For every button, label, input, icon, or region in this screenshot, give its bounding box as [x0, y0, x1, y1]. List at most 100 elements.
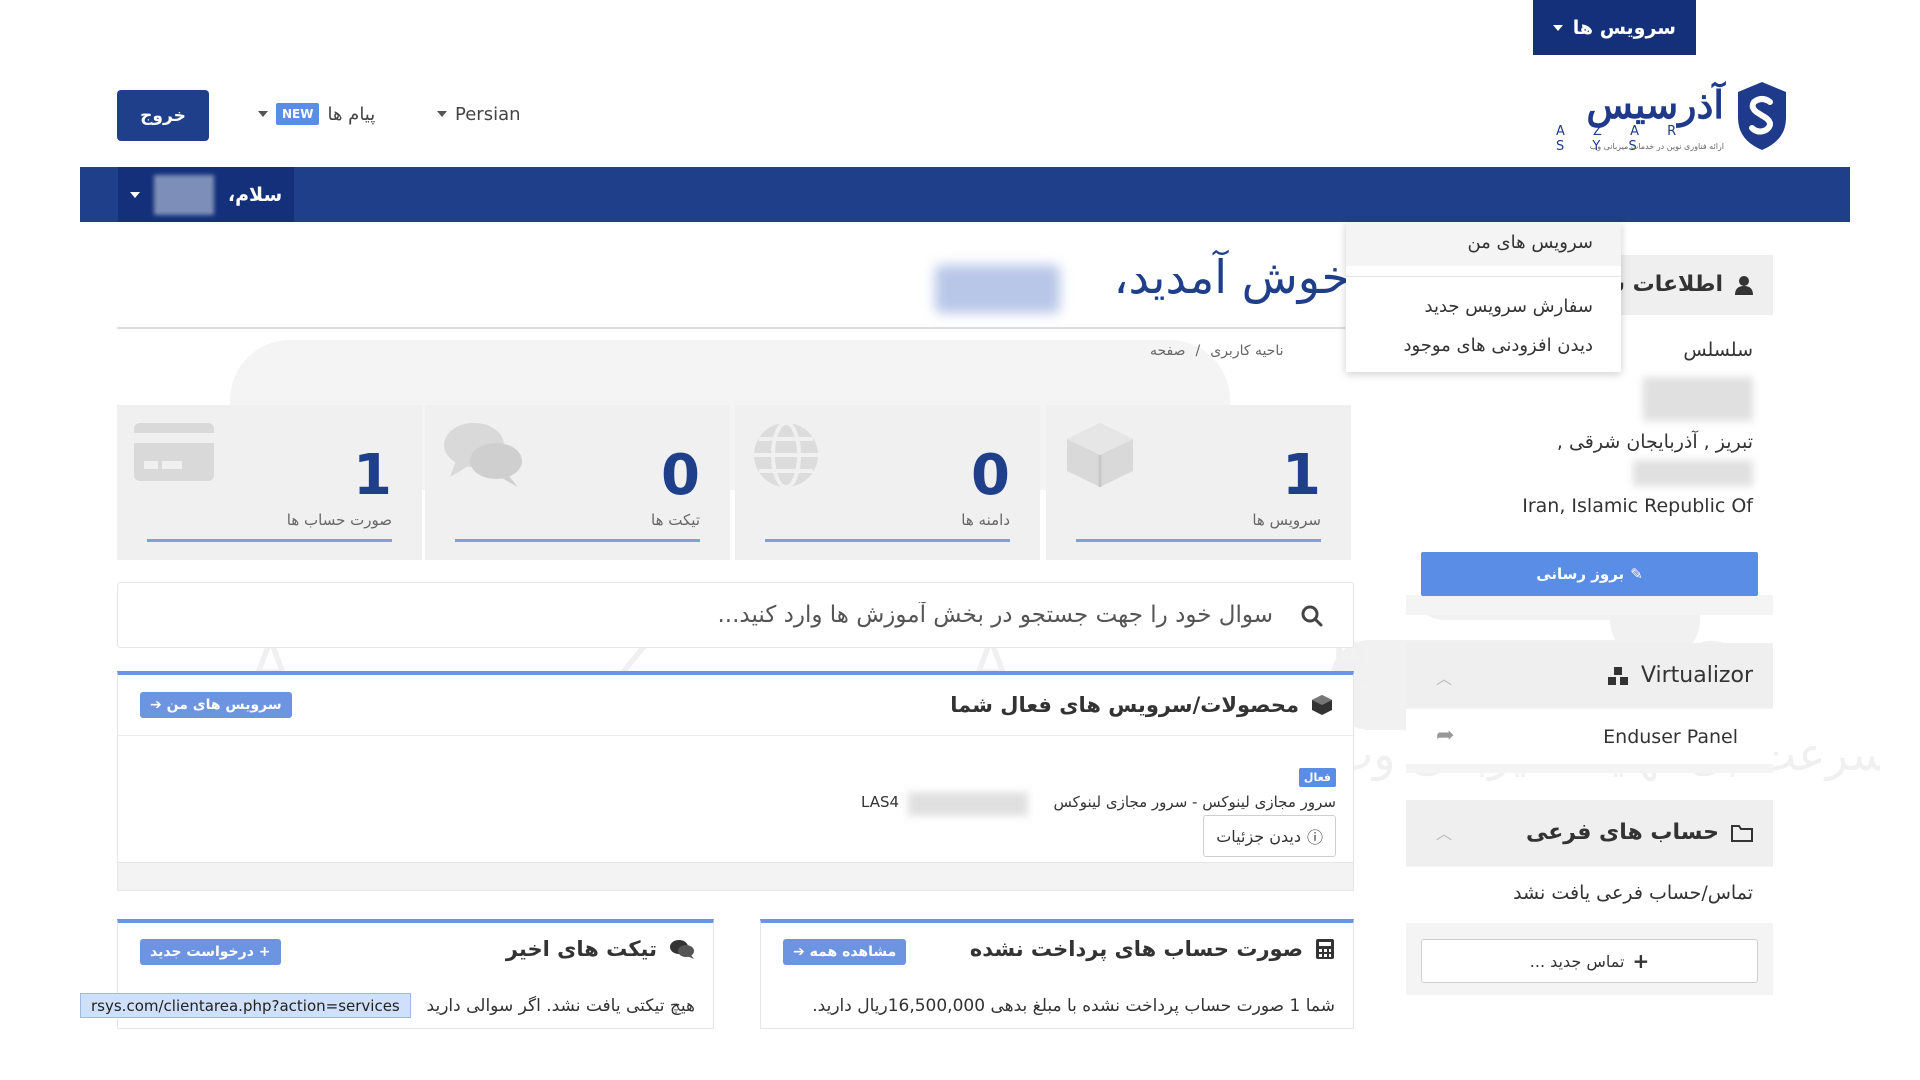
- share-arrow-icon: ➦: [1436, 723, 1455, 748]
- stat-value: 0: [971, 443, 1010, 508]
- button-label: مشاهده همه: [809, 944, 897, 960]
- panel-title: تیکت های اخیر: [505, 937, 657, 961]
- nav-label: بازاریابی: [676, 16, 760, 39]
- stat-tile-tickets[interactable]: 0 تیکت ها: [425, 405, 730, 560]
- subaccounts-panel: حساب های فرعی ︿ تماس/حساب فرعی یافت نشد …: [1406, 800, 1773, 995]
- breadcrumb-separator: /: [1195, 343, 1201, 359]
- plus-icon: +: [1632, 949, 1650, 973]
- no-subaccounts-text: تماس/حساب فرعی یافت نشد: [1513, 882, 1753, 904]
- stat-tile-services[interactable]: 1 سرویس ها: [1046, 405, 1351, 560]
- menu-item-my-services[interactable]: سرویس های من: [1467, 232, 1593, 253]
- nav-item-support[interactable]: پشتیبانی: [1149, 0, 1253, 55]
- product-name[interactable]: سرور مجازی لینوکس - سرور مجازی لینوکس: [1053, 793, 1336, 811]
- product-code: LAS4: [861, 793, 900, 811]
- nav-item-client-area[interactable]: ناحیه کاربری: [1710, 0, 1829, 55]
- page-title: خوش آمدید،: [1113, 250, 1350, 304]
- chevron-down-icon: [1301, 24, 1312, 31]
- menu-item-order-new-service[interactable]: سفارش سرویس جدید: [1425, 296, 1593, 317]
- logout-button[interactable]: خروج: [117, 90, 209, 141]
- cube-icon: [1067, 423, 1133, 487]
- button-label: دیدن جزئیات: [1216, 826, 1301, 846]
- nav-item-open-ticket[interactable]: ارسال تیکت پشتیبانی: [803, 0, 1005, 55]
- panel-title: Virtualizor: [1640, 663, 1753, 688]
- nav-item-affiliates[interactable]: بازاریابی: [677, 0, 760, 55]
- search-input[interactable]: [273, 595, 1273, 635]
- calculator-icon: [1316, 939, 1334, 959]
- view-details-button[interactable]: ⓘ دیدن جزئیات: [1203, 815, 1336, 857]
- panel-title: صورت حساب های پرداخت نشده: [969, 937, 1303, 961]
- active-products-panel: محصولات/سرویس های فعال شما سرویس های من …: [117, 671, 1354, 891]
- nav-item-billing[interactable]: مالی: [1301, 0, 1367, 55]
- chevron-up-icon[interactable]: ︿: [1436, 820, 1452, 844]
- globe-icon: [754, 421, 818, 489]
- logo-s-icon: [1738, 82, 1786, 150]
- stat-underline: [1076, 539, 1321, 542]
- stat-tile-domains[interactable]: 0 دامنه ها: [735, 405, 1040, 560]
- my-services-button[interactable]: سرویس های من ➔: [140, 692, 292, 718]
- stat-value: 0: [661, 443, 700, 508]
- folder-icon: [1731, 824, 1753, 842]
- blurred-username: [935, 265, 1060, 313]
- arrow-right-icon: ➔: [793, 944, 805, 960]
- nav-label: پشتیبانی: [1169, 16, 1253, 39]
- sidebar-item-enduser-panel[interactable]: Enduser Panel: [1603, 726, 1738, 748]
- stat-label: تیکت ها: [651, 511, 700, 529]
- blurred-username: [153, 174, 214, 215]
- nav-label: دامنه ها: [1431, 16, 1506, 39]
- nav-item-services[interactable]: سرویس ها: [1532, 0, 1696, 55]
- logo-wordmark: آذرسیس: [1586, 82, 1725, 127]
- messages-menu[interactable]: NEW پیام ها: [258, 100, 375, 128]
- brand-logo[interactable]: آذرسیس A Z A R S Y S ارائه فناوری نوین د…: [1556, 80, 1788, 154]
- chevron-down-icon: [258, 111, 268, 117]
- pencil-icon: ✎: [1630, 565, 1643, 583]
- view-all-invoices-button[interactable]: مشاهده همه ➔: [783, 939, 907, 965]
- status-badge: فعال: [1298, 768, 1336, 787]
- language-menu[interactable]: Persian: [437, 100, 521, 128]
- credit-card-icon: [134, 423, 214, 481]
- button-label: تماس جدید ...: [1529, 951, 1625, 971]
- main-navbar: [80, 167, 1850, 222]
- stat-underline: [147, 539, 392, 542]
- chevron-up-icon[interactable]: ︿: [1436, 665, 1452, 689]
- unpaid-invoices-panel: صورت حساب های پرداخت نشده مشاهده همه ➔ ش…: [760, 919, 1354, 1029]
- user-icon: [1735, 275, 1753, 295]
- chevron-down-icon: [1149, 24, 1160, 31]
- blurred-address: [1643, 377, 1753, 421]
- stat-label: سرویس ها: [1252, 511, 1321, 529]
- stat-underline: [455, 539, 700, 542]
- new-contact-button[interactable]: + تماس جدید ...: [1421, 939, 1758, 983]
- breadcrumb-item[interactable]: ناحیه کاربری: [1210, 343, 1283, 359]
- messages-label: پیام ها: [327, 103, 376, 125]
- chevron-down-icon: [129, 191, 140, 198]
- chevron-down-icon: [1552, 24, 1563, 31]
- arrow-right-icon: ➔: [150, 697, 162, 713]
- title-divider: [117, 327, 1345, 329]
- account-country: Iran, Islamic Republic Of: [1522, 495, 1753, 517]
- stat-value: 1: [353, 443, 392, 508]
- button-label: بروز رسانی: [1536, 565, 1625, 583]
- user-greeting-menu[interactable]: سلام،: [118, 167, 294, 222]
- cube-icon: [1312, 695, 1332, 715]
- panel-heading: محصولات/سرویس های فعال شما: [950, 693, 1333, 717]
- nav-item-domains[interactable]: دامنه ها: [1411, 0, 1506, 55]
- new-ticket-button[interactable]: + درخواست جدید: [140, 939, 281, 965]
- panel-divider: [118, 735, 1353, 736]
- menu-item-view-addons[interactable]: دیدن افزودنی های موجود: [1403, 335, 1593, 356]
- account-city-state: تبریز , آذربایجان شرقی ,: [1556, 431, 1753, 453]
- panel-heading: حساب های فرعی: [1526, 820, 1753, 845]
- panel-heading: تیکت های اخیر: [506, 937, 695, 961]
- search-icon[interactable]: [1301, 605, 1323, 627]
- stat-tile-invoices[interactable]: 1 صورت حساب ها: [117, 405, 422, 560]
- no-tickets-text: هیچ تیکتی یافت نشد. اگر سوالی دارید: [426, 996, 695, 1016]
- language-label: Persian: [455, 103, 521, 125]
- dropdown-divider: [1346, 276, 1621, 277]
- panel-title: حساب های فرعی: [1526, 820, 1719, 845]
- panel-title: محصولات/سرویس های فعال شما: [950, 693, 1299, 717]
- update-details-button[interactable]: ✎ بروز رسانی: [1421, 552, 1758, 596]
- panel-heading: Virtualizor: [1607, 663, 1753, 688]
- blurred-domain: [908, 792, 1028, 816]
- services-dropdown-menu: سرویس های من سفارش سرویس جدید دیدن افزود…: [1346, 222, 1621, 372]
- stat-label: صورت حساب ها: [286, 511, 392, 529]
- nav-label: ناحیه کاربری: [1709, 16, 1829, 39]
- greeting-label: سلام،: [227, 183, 283, 206]
